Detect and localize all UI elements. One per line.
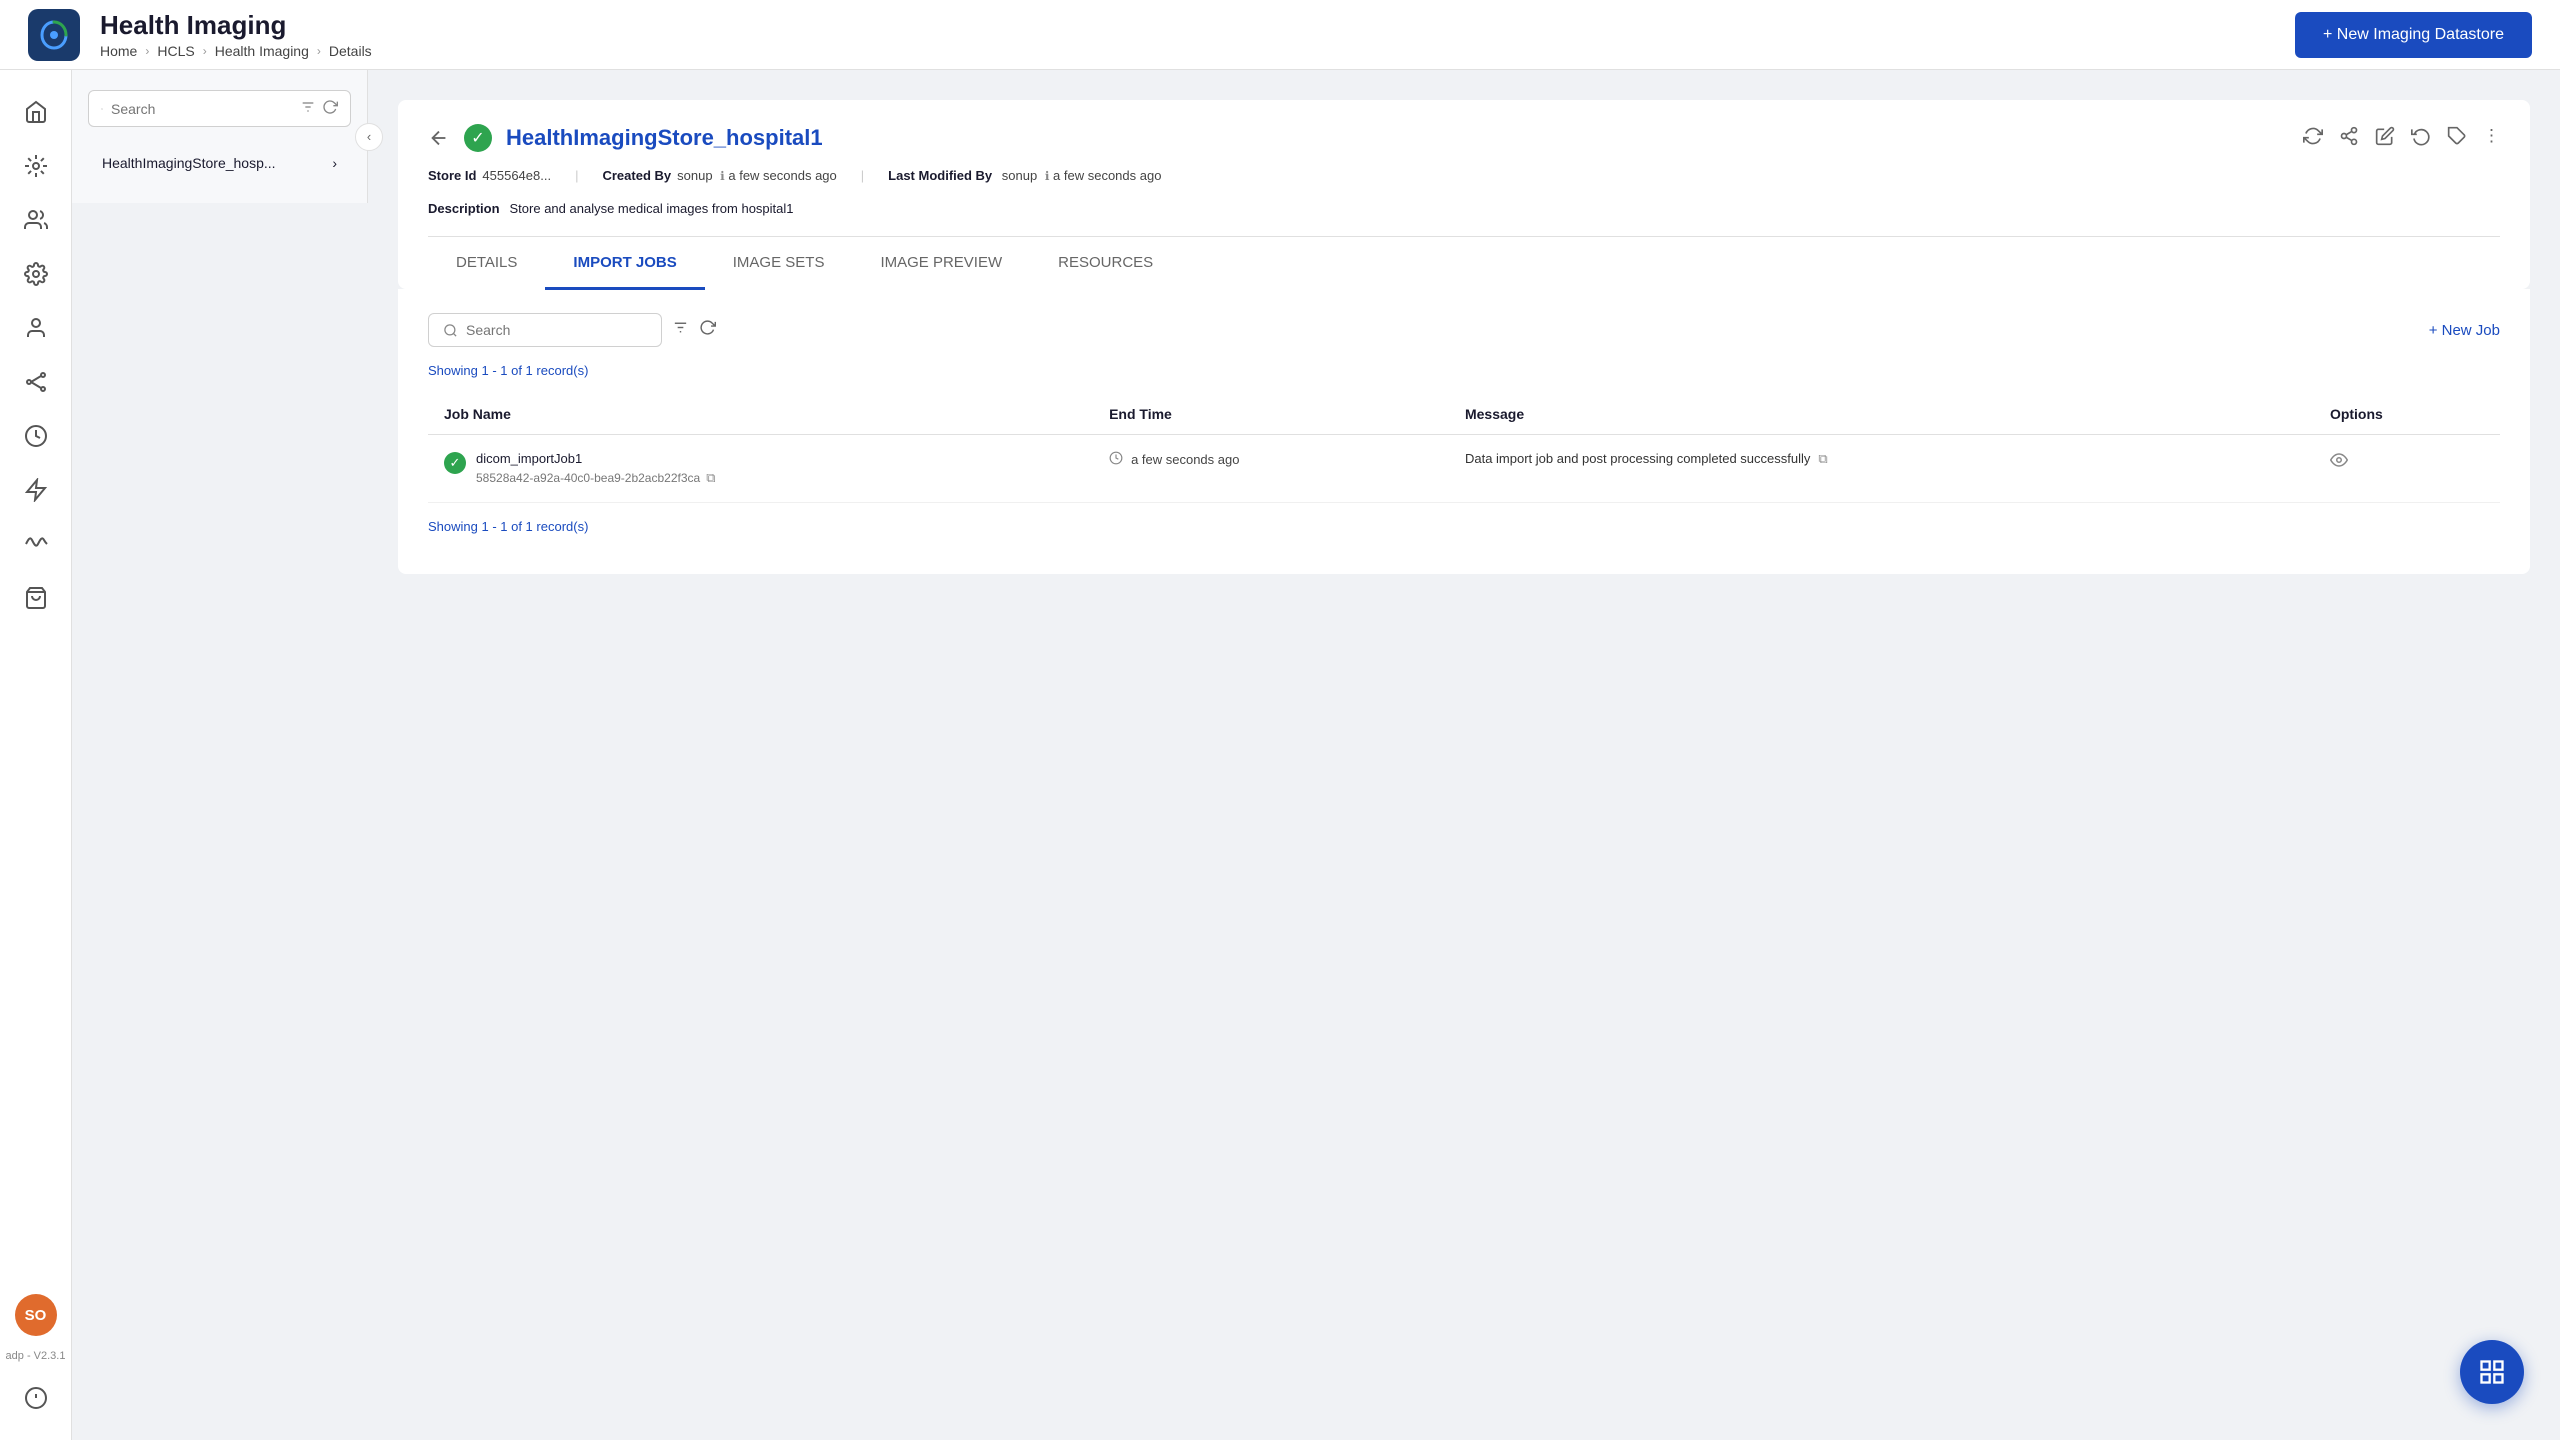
sidebar-icon-analytics[interactable]: [14, 144, 58, 188]
edit-icon[interactable]: [2375, 126, 2395, 151]
store-status-icon: ✓: [464, 124, 492, 152]
breadcrumb-details: Details: [329, 43, 372, 59]
new-imaging-datastore-button[interactable]: + New Imaging Datastore: [2295, 12, 2532, 58]
jobs-toolbar: + New Job: [428, 313, 2500, 347]
breadcrumb-sep3: ›: [317, 44, 321, 58]
clock-icon: [1109, 451, 1123, 468]
panel-sidebar: HealthImagingStore_hosp... › ‹: [72, 70, 368, 203]
breadcrumb-sep1: ›: [145, 44, 149, 58]
sidebar-icon-wave[interactable]: [14, 522, 58, 566]
record-count-top: Showing 1 - 1 of 1 record(s): [428, 363, 2500, 378]
panel-store-item[interactable]: HealthImagingStore_hosp... ›: [88, 143, 351, 183]
panel-search-icon: [101, 101, 103, 117]
record-count-bottom: Showing 1 - 1 of 1 record(s): [428, 519, 2500, 534]
sidebar: SO adp - V2.3.1: [0, 70, 72, 1440]
panel-search-box[interactable]: [88, 90, 351, 127]
user-avatar[interactable]: SO: [15, 1294, 57, 1336]
filter-icon[interactable]: [300, 99, 316, 118]
topbar-title-area: Health Imaging Home › HCLS › Health Imag…: [100, 10, 2295, 59]
jobs-table: Job Name End Time Message Options ✓ dico…: [428, 394, 2500, 503]
tab-details[interactable]: DETAILS: [428, 238, 545, 290]
share-icon[interactable]: [2339, 126, 2359, 151]
app-logo: [28, 9, 80, 61]
panel-chevron-icon: ›: [332, 155, 337, 171]
table-row: ✓ dicom_importJob1 58528a42-a92a-40c0-be…: [428, 435, 2500, 503]
store-title: HealthImagingStore_hospital1: [506, 125, 823, 151]
view-job-icon[interactable]: [2330, 451, 2348, 474]
col-end-time: End Time: [1093, 394, 1449, 435]
main-content: ✓ HealthImagingStore_hospital1: [368, 70, 2560, 1440]
job-id: 58528a42-a92a-40c0-bea9-2b2acb22f3ca ⧉: [476, 470, 715, 486]
sync-icon[interactable]: [2303, 126, 2323, 151]
tab-resources[interactable]: RESOURCES: [1030, 238, 1181, 290]
detail-header-icons: ⋮: [2303, 126, 2500, 151]
meta-row: Store Id455564e8... | Created Bysonup ℹ …: [428, 168, 2500, 183]
modified-by: Last Modified By sonup ℹ a few seconds a…: [888, 168, 1161, 183]
breadcrumb-hcls[interactable]: HCLS: [157, 43, 194, 59]
tabs-bar: DETAILS IMPORT JOBS IMAGE SETS IMAGE PRE…: [428, 236, 2500, 289]
jobs-toolbar-left: [428, 313, 716, 347]
copy-id-icon[interactable]: ⧉: [706, 470, 715, 486]
sidebar-icon-info[interactable]: [14, 1376, 58, 1420]
topbar: Health Imaging Home › HCLS › Health Imag…: [0, 0, 2560, 70]
message-cell: Data import job and post processing comp…: [1449, 435, 2314, 503]
jobs-filter-icon[interactable]: [672, 319, 689, 341]
refresh-icon[interactable]: [322, 99, 338, 118]
copy-message-icon[interactable]: ⧉: [1818, 451, 1827, 467]
jobs-search-icon: [443, 323, 458, 338]
version-info: adp - V2.3.1: [6, 1346, 66, 1366]
sidebar-icon-settings[interactable]: [14, 252, 58, 296]
created-by: Created Bysonup ℹ a few seconds ago: [602, 168, 836, 183]
panel-search-input[interactable]: [111, 101, 292, 117]
jobs-search-box[interactable]: [428, 313, 662, 347]
col-options: Options: [2314, 394, 2500, 435]
sidebar-icon-clock[interactable]: [14, 414, 58, 458]
table-header-row: Job Name End Time Message Options: [428, 394, 2500, 435]
jobs-refresh-icon[interactable]: [699, 319, 716, 341]
breadcrumb-sep2: ›: [203, 44, 207, 58]
end-time-cell: a few seconds ago: [1093, 435, 1449, 503]
tag-icon[interactable]: [2447, 126, 2467, 151]
panel-collapse-button[interactable]: ‹: [355, 123, 383, 151]
history-icon[interactable]: [2411, 126, 2431, 151]
sidebar-icon-home[interactable]: [14, 90, 58, 134]
jobs-section: + New Job Showing 1 - 1 of 1 record(s) J…: [398, 289, 2530, 574]
description-row: Description Store and analyse medical im…: [428, 201, 2500, 216]
col-job-name: Job Name: [428, 394, 1093, 435]
back-button[interactable]: [428, 127, 450, 149]
sidebar-icon-flow[interactable]: [14, 360, 58, 404]
col-message: Message: [1449, 394, 2314, 435]
sidebar-icon-users[interactable]: [14, 198, 58, 242]
sidebar-icon-profile[interactable]: [14, 306, 58, 350]
tab-image-preview[interactable]: IMAGE PREVIEW: [852, 238, 1030, 290]
panel-search-icons: [300, 99, 338, 118]
new-job-button[interactable]: + New Job: [2429, 322, 2500, 339]
sidebar-icon-bag[interactable]: [14, 576, 58, 620]
panel-store-label: HealthImagingStore_hosp...: [102, 155, 276, 171]
job-name: dicom_importJob1: [476, 451, 715, 466]
jobs-search-input[interactable]: [466, 322, 647, 338]
sidebar-icon-lightning[interactable]: [14, 468, 58, 512]
job-status-icon: ✓: [444, 452, 466, 474]
breadcrumb-health-imaging[interactable]: Health Imaging: [215, 43, 309, 59]
tab-import-jobs[interactable]: IMPORT JOBS: [545, 238, 704, 290]
more-icon[interactable]: ⋮: [2483, 126, 2500, 151]
detail-header-card: ✓ HealthImagingStore_hospital1: [398, 100, 2530, 289]
fab-button[interactable]: [2460, 1340, 2524, 1404]
breadcrumb: Home › HCLS › Health Imaging › Details: [100, 43, 2295, 59]
description-value: Store and analyse medical images from ho…: [510, 201, 794, 216]
detail-title-left: ✓ HealthImagingStore_hospital1: [428, 124, 823, 152]
store-id-label: Store Id455564e8...: [428, 168, 551, 183]
tab-image-sets[interactable]: IMAGE SETS: [705, 238, 853, 290]
breadcrumb-home[interactable]: Home: [100, 43, 137, 59]
app-title: Health Imaging: [100, 10, 2295, 41]
detail-title-row: ✓ HealthImagingStore_hospital1: [428, 124, 2500, 152]
options-cell: [2314, 435, 2500, 503]
job-name-cell: ✓ dicom_importJob1 58528a42-a92a-40c0-be…: [428, 435, 1093, 503]
